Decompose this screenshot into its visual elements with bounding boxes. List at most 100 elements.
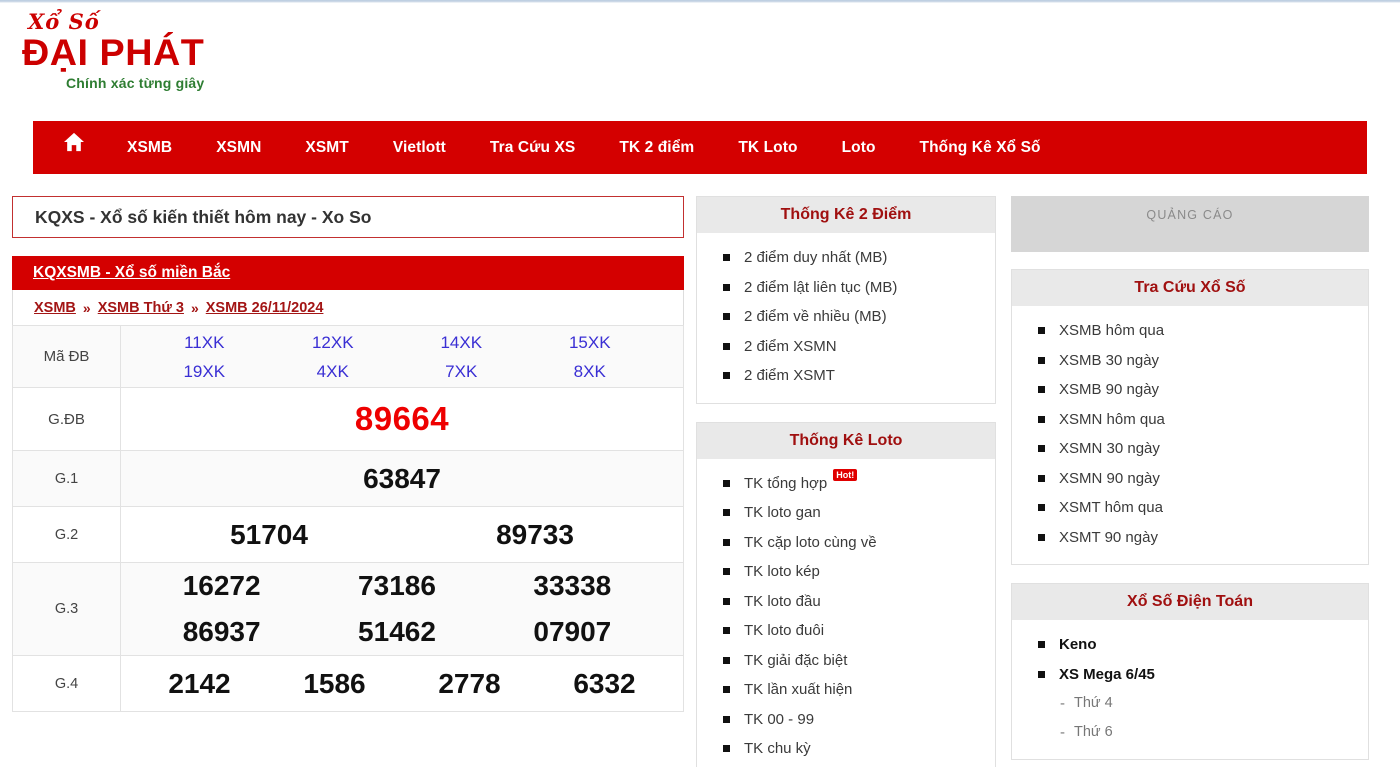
list-item-label: TK chu kỳ <box>744 740 811 757</box>
bullet-icon <box>723 254 730 261</box>
list-item[interactable]: XSMN hôm qua <box>1012 405 1368 435</box>
list-item[interactable]: XS Mega 6/45 <box>1012 660 1368 690</box>
table-row-prize-g4: G.4 2142 1586 2778 6332 <box>12 655 684 712</box>
list-item[interactable]: Keno <box>1012 630 1368 660</box>
logo-script-text: Xổ Số <box>28 9 100 34</box>
bullet-icon <box>1038 533 1045 541</box>
panel-thong-ke-loto: Thống Kê Loto TK tổng hợp Hot! TK loto g… <box>696 421 996 767</box>
row-label-prize-g2: G.2 <box>12 506 121 563</box>
panel-header: Thống Kê 2 Điểm <box>697 197 995 233</box>
list-item-label: XSMT hôm qua <box>1059 499 1163 516</box>
panel-title: Tra Cứu Xổ Số <box>1134 279 1246 296</box>
ma-db-code[interactable]: 19XK <box>140 358 269 385</box>
breadcrumb-item-weekday[interactable]: XSMB Thứ 3 <box>98 300 184 316</box>
bullet-icon <box>1038 445 1045 452</box>
list-item-label: TK cặp loto cùng về <box>744 533 877 551</box>
list-item[interactable]: XSMT hôm qua <box>1012 493 1368 523</box>
panel-xo-so-dien-toan: Xổ Số Điện Toán Keno XS Mega 6/45 - Thứ … <box>1011 583 1369 760</box>
bullet-icon <box>1038 386 1045 393</box>
nav-item-thong-ke-xo-so[interactable]: Thống Kê Xổ Số <box>898 121 1063 174</box>
ma-db-code[interactable]: 7XK <box>397 358 526 385</box>
breadcrumb-item-xsmb[interactable]: XSMB <box>34 300 76 316</box>
list-item-label: 2 điểm lật liên tục (MB) <box>744 278 898 296</box>
region-title-bar[interactable]: KQXSMB - Xổ số miền Bắc <box>12 256 684 290</box>
nav-item-xsmb[interactable]: XSMB <box>105 121 194 174</box>
list-item-label: XSMN 90 ngày <box>1059 469 1160 487</box>
list-item-label: Keno <box>1059 636 1097 653</box>
list-item-label: TK loto kép <box>744 563 820 580</box>
ma-db-code[interactable]: 8XK <box>526 358 655 385</box>
nav-item-xsmt[interactable]: XSMT <box>283 121 370 174</box>
prize-g2-grid: 51704 89733 <box>122 519 682 551</box>
panel-title: Thống Kê 2 Điểm <box>780 206 912 223</box>
list-item[interactable]: TK loto đuôi <box>697 616 995 646</box>
prize-number: 1586 <box>303 667 366 699</box>
list-item[interactable]: XSMT 90 ngày <box>1012 523 1368 553</box>
list-item[interactable]: 2 điểm duy nhất (MB) <box>697 243 995 273</box>
list-item[interactable]: TK loto đầu <box>697 587 995 617</box>
list-item-label: XSMN 30 ngày <box>1059 440 1160 457</box>
sublist-item-label: Thứ 6 <box>1074 724 1113 740</box>
panel-header: Xổ Số Điện Toán <box>1012 584 1368 620</box>
list-item[interactable]: XSMB 30 ngày <box>1012 346 1368 376</box>
ma-db-code[interactable]: 12XK <box>269 329 398 356</box>
page-title: KQXS - Xổ số kiến thiết hôm nay - Xo So <box>12 196 684 238</box>
table-row-ma-db: Mã ĐB 11XK 12XK 14XK 15XK 19XK 4XK 7XK 8… <box>12 325 684 388</box>
prize-number: 2142 <box>168 667 231 699</box>
panel-list: 2 điểm duy nhất (MB) 2 điểm lật liên tục… <box>697 243 995 391</box>
list-item[interactable]: XSMB hôm qua <box>1012 316 1368 346</box>
bullet-icon <box>1038 504 1045 511</box>
page-body: KQXS - Xổ số kiến thiết hôm nay - Xo So … <box>0 174 1400 767</box>
bullet-icon <box>1038 641 1045 648</box>
list-item-label: XSMN hôm qua <box>1059 410 1165 428</box>
list-item[interactable]: 2 điểm XSMT <box>697 361 995 391</box>
bullet-icon <box>1038 356 1045 364</box>
list-item-label: TK lần xuất hiện <box>744 681 853 698</box>
panel-thong-ke-2-diem: Thống Kê 2 Điểm 2 điểm duy nhất (MB) 2 đ… <box>696 196 996 404</box>
sublist-item[interactable]: - Thứ 4 <box>1012 689 1368 718</box>
panel-header: Thống Kê Loto <box>697 422 995 459</box>
list-item[interactable]: TK 00 - 99 <box>697 705 995 735</box>
nav-item-loto[interactable]: Loto <box>820 121 898 174</box>
list-item[interactable]: 2 điểm lật liên tục (MB) <box>697 273 995 303</box>
nav-item-home[interactable] <box>41 121 105 174</box>
nav-item-xsmn[interactable]: XSMN <box>194 121 283 174</box>
breadcrumb: XSMB » XSMB Thứ 3 » XSMB 26/11/2024 <box>12 290 684 325</box>
nav-item-tk-2-diem[interactable]: TK 2 điểm <box>597 121 716 174</box>
ma-db-code[interactable]: 14XK <box>397 329 526 356</box>
breadcrumb-item-date[interactable]: XSMB 26/11/2024 <box>206 300 324 316</box>
list-item[interactable]: 2 điểm về nhiều (MB) <box>697 302 995 332</box>
list-item[interactable]: XSMB 90 ngày <box>1012 375 1368 405</box>
row-label-prize-g4: G.4 <box>12 655 121 712</box>
list-item[interactable]: TK tổng hợp Hot! <box>697 468 995 499</box>
nav-item-tra-cuu-xs[interactable]: Tra Cứu XS <box>468 121 597 174</box>
prize-db-cell: 89664 <box>120 387 684 451</box>
main-navigation: XSMB XSMN XSMT Vietlott Tra Cứu XS TK 2 … <box>33 121 1367 174</box>
ma-db-code[interactable]: 4XK <box>269 358 398 385</box>
ad-label: QUẢNG CÁO <box>1146 208 1234 222</box>
list-item[interactable]: 2 điểm XSMN <box>697 332 995 362</box>
list-item[interactable]: XSMN 90 ngày <box>1012 464 1368 494</box>
list-item[interactable]: TK giải đặc biệt <box>697 646 995 676</box>
nav-item-vietlott[interactable]: Vietlott <box>371 121 468 174</box>
list-item[interactable]: TK cặp loto cùng về <box>697 528 995 558</box>
list-item-label: XSMB hôm qua <box>1059 322 1165 339</box>
list-item[interactable]: XSMN 30 ngày <box>1012 434 1368 464</box>
list-item[interactable]: TK loto kép <box>697 557 995 587</box>
bullet-icon <box>1038 327 1045 334</box>
nav-item-tk-loto[interactable]: TK Loto <box>716 121 819 174</box>
prize-g4-grid: 2142 1586 2778 6332 <box>122 668 682 700</box>
list-item[interactable]: TK chu kỳ <box>697 734 995 764</box>
bullet-icon <box>723 479 730 487</box>
prize-number: 07907 <box>533 616 612 647</box>
list-item[interactable]: TK loto gan <box>697 498 995 528</box>
list-item[interactable]: TK lần xuất hiện <box>697 675 995 705</box>
list-item-label: XSMT 90 ngày <box>1059 528 1158 546</box>
ma-db-code[interactable]: 11XK <box>140 329 269 356</box>
list-item-label: XS Mega 6/45 <box>1059 665 1155 683</box>
site-logo[interactable]: Xổ Số ĐẠI PHÁT Chính xác từng giây <box>22 11 242 90</box>
sublist-item[interactable]: - Thứ 6 <box>1012 718 1368 747</box>
ma-db-code[interactable]: 15XK <box>526 329 655 356</box>
prize-g3-grid: 16272 73186 33338 86937 51462 07907 <box>122 565 682 653</box>
panel-header: Tra Cứu Xổ Số <box>1012 270 1368 306</box>
